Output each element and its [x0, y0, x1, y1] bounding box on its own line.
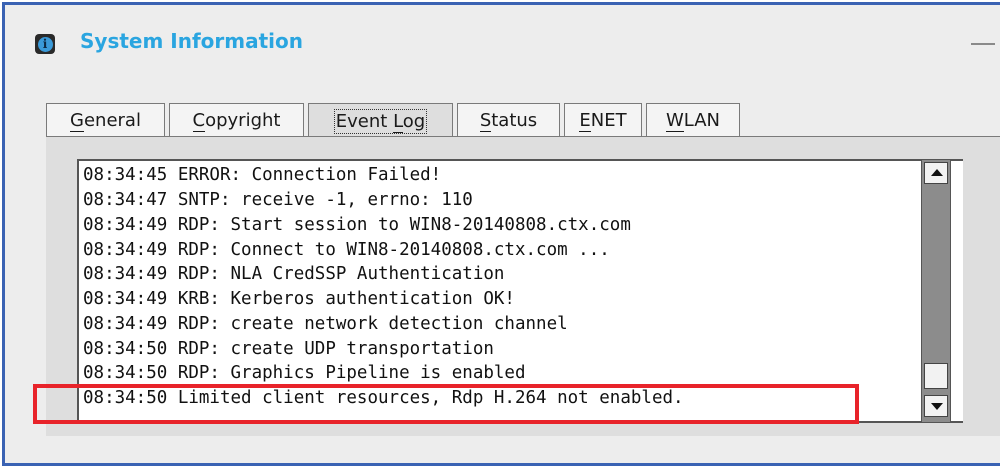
tab-enet[interactable]: ENET: [564, 103, 642, 137]
log-line: 08:34:49 RDP: Connect to WIN8-20140808.c…: [83, 240, 610, 260]
log-line: 08:34:47 SNTP: receive -1, errno: 110: [83, 190, 473, 210]
minimize-icon[interactable]: [971, 43, 995, 45]
window-title: System Information: [80, 29, 303, 53]
log-line: 08:34:50 RDP: Graphics Pipeline is enabl…: [83, 363, 526, 383]
tab-general[interactable]: General: [46, 103, 165, 137]
tab-label: ENET: [579, 109, 627, 132]
info-icon: i: [35, 34, 55, 54]
tab-label: WLAN: [665, 109, 721, 132]
tab-copyright[interactable]: Copyright: [169, 103, 304, 137]
log-line: 08:34:45 ERROR: Connection Failed!: [83, 165, 442, 185]
tab-wlan[interactable]: WLAN: [646, 103, 740, 137]
tab-label: Status: [479, 109, 538, 132]
log-line: 08:34:49 RDP: Start session to WIN8-2014…: [83, 215, 631, 235]
scroll-down-button[interactable]: [924, 395, 948, 417]
vertical-scrollbar[interactable]: [921, 159, 951, 423]
tab-bar: General Copyright Event Log Status ENET …: [46, 103, 744, 139]
title-bar: i System Information: [5, 5, 1000, 77]
arrow-down-icon: [931, 403, 943, 410]
arrow-up-icon: [931, 169, 943, 176]
tab-label: General: [70, 109, 141, 132]
tab-event-log[interactable]: Event Log: [308, 103, 453, 139]
log-line: 08:34:49 KRB: Kerberos authentication OK…: [83, 289, 515, 309]
tab-status[interactable]: Status: [457, 103, 560, 137]
tab-label: Event Log: [333, 108, 428, 134]
scroll-thumb[interactable]: [924, 363, 948, 389]
tab-label: Copyright: [192, 109, 281, 132]
scroll-up-button[interactable]: [924, 162, 948, 184]
log-line: 08:34:50 RDP: create UDP transportation: [83, 339, 494, 359]
highlight-annotation-box: [33, 384, 859, 424]
log-line: 08:34:49 RDP: NLA CredSSP Authentication: [83, 264, 505, 284]
log-line: 08:34:49 RDP: create network detection c…: [83, 314, 568, 334]
